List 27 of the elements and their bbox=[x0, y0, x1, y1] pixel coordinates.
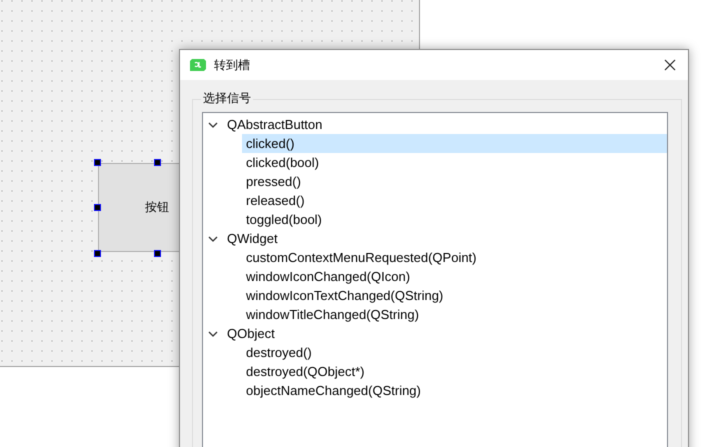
resize-handle[interactable] bbox=[94, 204, 101, 211]
chevron-icon[interactable] bbox=[208, 234, 218, 242]
signal-item[interactable]: toggled(bool) bbox=[242, 210, 667, 229]
chevron-icon[interactable] bbox=[208, 330, 218, 338]
tree-group-label[interactable]: QAbstractButton bbox=[227, 117, 322, 132]
tree-group-label[interactable]: QObject bbox=[227, 326, 275, 341]
signal-item[interactable]: windowTitleChanged(QString) bbox=[242, 305, 667, 324]
signal-item[interactable]: objectNameChanged(QString) bbox=[242, 381, 667, 400]
close-icon[interactable] bbox=[664, 59, 676, 71]
signal-item[interactable]: released() bbox=[242, 191, 667, 210]
signal-item[interactable]: clicked(bool) bbox=[242, 153, 667, 172]
chevron-icon[interactable] bbox=[208, 120, 218, 128]
window-title: 转到槽 bbox=[214, 56, 251, 74]
signal-item[interactable]: pressed() bbox=[242, 172, 667, 191]
resize-handle[interactable] bbox=[154, 159, 161, 166]
signal-item[interactable]: destroyed() bbox=[242, 343, 667, 362]
resize-handle[interactable] bbox=[94, 159, 101, 166]
signal-item[interactable]: customContextMenuRequested(QPoint) bbox=[242, 248, 667, 267]
resize-handle[interactable] bbox=[154, 250, 161, 257]
signal-item[interactable]: destroyed(QObject*) bbox=[242, 362, 667, 381]
tree-group-label[interactable]: QWidget bbox=[227, 231, 278, 246]
resize-handle[interactable] bbox=[94, 250, 101, 257]
signal-item[interactable]: windowIconChanged(QIcon) bbox=[242, 267, 667, 286]
group-title: 选择信号 bbox=[201, 90, 253, 107]
signal-item[interactable]: clicked() bbox=[242, 134, 667, 153]
signal-item[interactable]: windowIconTextChanged(QString) bbox=[242, 286, 667, 305]
app-logo-icon bbox=[190, 58, 206, 72]
